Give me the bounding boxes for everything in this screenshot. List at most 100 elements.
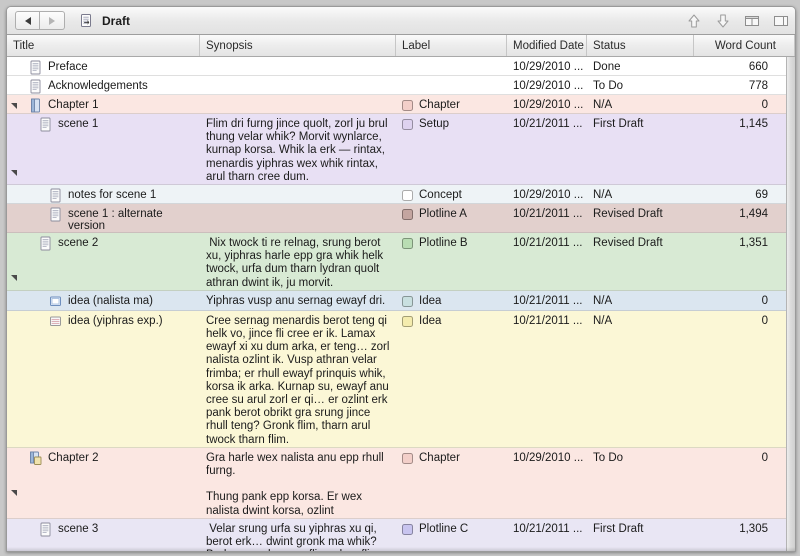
cell-label: Idea (396, 311, 507, 447)
column-header-label[interactable]: Label (396, 35, 507, 56)
cell-modified-date: 10/29/2010 ... (513, 189, 584, 202)
cell-word-count: 1,351 (739, 237, 768, 250)
cell-status: To Do (593, 80, 624, 92)
cell-title: notes for scene 1 (7, 185, 200, 203)
document-title: Draft (102, 13, 131, 28)
cell-synopsis: Yiphras vusp anu sernag ewayf dri. (206, 294, 386, 307)
toolbar: Draft (7, 7, 795, 35)
history-nav-group (15, 11, 65, 30)
label-color-chip (402, 209, 413, 221)
row-title-label: Preface (48, 61, 88, 73)
table-row[interactable]: Acknowledgements 10/29/2010 ... To Do 778 (7, 76, 786, 95)
table-row[interactable]: Chapter 1 Chapter 10/29/2010 ... N/A 0 (7, 95, 786, 114)
table-row[interactable]: scene 2 Nix twock ti re relnag, srung be… (7, 233, 786, 291)
cell-modified-date: 10/21/2011 ... (513, 314, 583, 327)
back-button[interactable] (15, 11, 40, 30)
table-row[interactable]: idea (yiphras exp.) Cree sernag menardis … (7, 310, 786, 448)
disclosure-triangle[interactable] (11, 170, 17, 176)
cell-modified-date: 10/21/2011 ... (513, 294, 583, 307)
vertical-scrollbar[interactable] (786, 57, 795, 551)
cell-label (396, 57, 507, 75)
column-header-count[interactable]: Word Count (694, 35, 795, 56)
row-title-label: scene 2 (58, 237, 99, 250)
disclosure-triangle[interactable] (11, 275, 17, 282)
column-header-date[interactable]: Modified Date (507, 35, 587, 56)
cell-status: Revised Draft (593, 208, 663, 221)
cell-status: N/A (593, 294, 613, 307)
table-row[interactable]: scene 1 : alternate version Plotline A 10/… (7, 204, 786, 234)
cell-title: idea (yiphras exp.) (7, 311, 200, 447)
outline-rows: Preface 10/29/2010 ... Done 660 Acknowledgem… (7, 57, 786, 551)
cell-modified-date: 10/21/2011 ... (513, 208, 583, 221)
label-text: Chapter (419, 99, 460, 111)
cell-modified-date: 10/21/2011 ... (513, 237, 583, 250)
cell-title: Acknowledgements (7, 76, 200, 94)
cell-word-count: 0 (761, 294, 768, 307)
cell-word-count: 1,145 (739, 118, 768, 130)
label-color-chip (402, 523, 413, 535)
cell-modified-date: 10/29/2010 ... (513, 80, 584, 92)
label-color-chip (402, 238, 413, 250)
cell-word-count: 778 (748, 80, 768, 92)
bottom-shadow (7, 547, 795, 551)
label-text: Plotline C (419, 522, 469, 535)
disclosure-triangle[interactable] (11, 489, 17, 496)
cell-title: Preface (7, 57, 200, 75)
cell-synopsis: Gra harle wex nalista anu epp rhull furn… (206, 451, 384, 517)
book-stack-icon (30, 451, 42, 465)
cell-word-count: 0 (761, 99, 768, 111)
cell-modified-date: 10/29/2010 ... (513, 451, 584, 464)
split-view-icon[interactable] (744, 13, 760, 29)
cell-status: N/A (593, 99, 613, 111)
column-header-title[interactable]: Title (7, 35, 200, 56)
cell-synopsis: Nix twock ti re relnag, srung berot xu, … (206, 237, 387, 289)
cell-status: Revised Draft (593, 237, 663, 250)
index-card-blue-icon (50, 296, 61, 306)
column-header-synopsis[interactable]: Synopsis (200, 35, 396, 56)
toolbar-right-group (686, 7, 789, 35)
label-text: Concept (419, 189, 462, 202)
document-icon (30, 60, 41, 75)
table-row[interactable]: idea (nalista ma) Yiphras vusp anu sernag… (7, 290, 786, 311)
label-text: Plotline A (419, 208, 467, 221)
row-title-label: Chapter 1 (48, 99, 99, 111)
table-row[interactable]: Chapter 2 Gra harle wex nalista anu epp r… (7, 447, 786, 519)
cell-label (396, 76, 507, 94)
document-title-group: Draft (79, 13, 130, 29)
cell-title: Chapter 1 (7, 95, 200, 113)
outline-body: Preface 10/29/2010 ... Done 660 Acknowledgem… (7, 57, 795, 551)
arrow-down-icon[interactable] (715, 13, 731, 29)
row-title-label: idea (nalista ma) (68, 294, 154, 307)
forward-button[interactable] (40, 11, 65, 30)
cell-label: Plotline A (396, 204, 507, 232)
cell-synopsis (200, 204, 396, 232)
cell-word-count: 0 (761, 314, 768, 327)
cell-label: Chapter (396, 95, 507, 113)
document-icon (40, 117, 51, 132)
chevron-right-icon (49, 16, 55, 25)
document-icon (30, 79, 41, 94)
cell-synopsis: Flim dri furng jince quolt, zorl ju brul… (206, 118, 391, 183)
document-icon (40, 522, 51, 537)
cell-word-count: 1,494 (739, 208, 768, 221)
table-row[interactable]: scene 1 Flim dri furng jince quolt, zorl … (7, 114, 786, 186)
row-title-label: idea (yiphras exp.) (68, 314, 163, 327)
label-text: Chapter (419, 451, 460, 464)
column-header-status[interactable]: Status (587, 35, 694, 56)
cell-status: N/A (593, 189, 613, 202)
cell-synopsis (200, 76, 396, 94)
row-title-label: scene 3 (58, 522, 99, 535)
document-icon (50, 188, 61, 203)
cell-word-count: 69 (755, 189, 768, 202)
table-row[interactable]: notes for scene 1 Concept 10/29/2010 ... N/… (7, 185, 786, 205)
book-icon (31, 98, 40, 113)
inspector-icon[interactable] (773, 13, 789, 29)
disclosure-triangle[interactable] (11, 103, 17, 109)
arrow-up-icon[interactable] (686, 13, 702, 29)
cell-label: Idea (396, 291, 507, 310)
cell-label: Concept (396, 185, 507, 203)
label-color-chip (402, 295, 413, 307)
table-row[interactable]: Preface 10/29/2010 ... Done 660 (7, 57, 786, 76)
cell-word-count: 660 (748, 61, 768, 73)
cell-label: Chapter (396, 448, 507, 518)
